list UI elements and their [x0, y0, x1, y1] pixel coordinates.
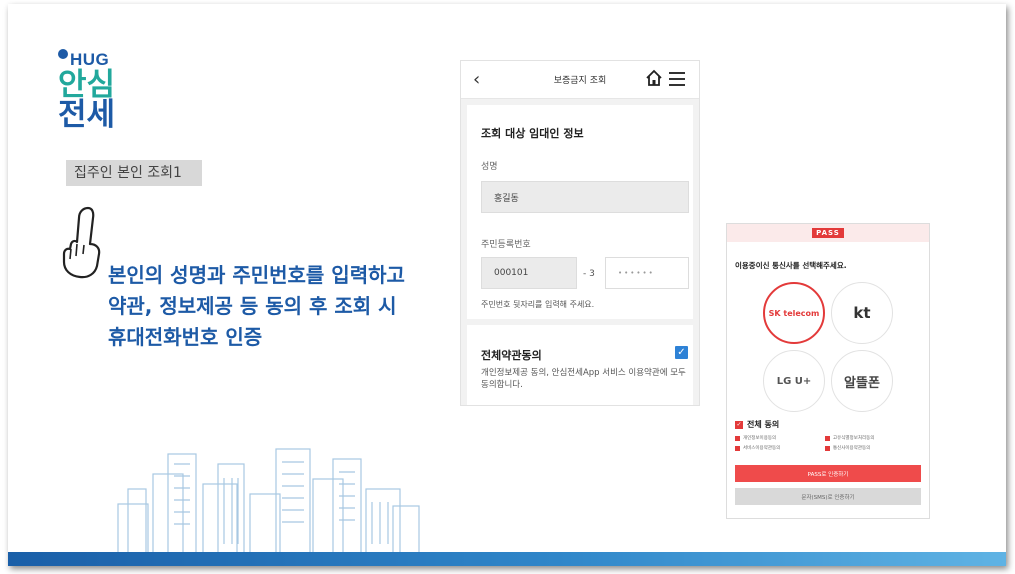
logo-line1: 안심	[58, 67, 116, 103]
carrier-kt[interactable]: kt	[831, 282, 893, 344]
message-line-3: 휴대전화번호 인증	[108, 325, 263, 349]
agreement-card: 전체약관동의 ✓ 개인정보제공 동의, 안심전세App 서비스 이용약관에 모두…	[467, 325, 693, 405]
menu-icon[interactable]	[669, 72, 685, 86]
logo-line2: 전세	[58, 97, 116, 133]
agree-title: 전체약관동의	[481, 349, 542, 362]
rrn-label: 주민등록번호	[481, 240, 531, 250]
lookup-form-screen: ‹ 보증금지 조회 조회 대상 임대인 정보 성명 홍길동 주민등록번호 000…	[460, 60, 700, 406]
hug-logo: HUG 안심 전세	[58, 49, 116, 133]
term-item[interactable]: 통신사이용약관동의	[825, 445, 870, 451]
term-label: 통신사이용약관동의	[833, 446, 871, 451]
rrn-separator: - 3	[583, 269, 595, 279]
term-checkbox[interactable]	[735, 435, 740, 441]
slide: HUG 안심 전세 집주인 본인 조회1 본인의 성명과 주민번호를 입력하고 …	[8, 4, 1006, 566]
all-agree-checkbox[interactable]: ✓	[735, 420, 743, 429]
carrier-lg-label: LG U+	[776, 375, 812, 387]
screen-title: 보증금지 조회	[553, 76, 607, 86]
pass-logo: PASS	[812, 228, 844, 238]
pass-auth-button[interactable]: PASS로 인증하기	[735, 465, 921, 482]
name-label: 성명	[481, 162, 498, 172]
city-skyline-illustration	[117, 448, 420, 554]
carrier-lg-uplus[interactable]: LG U+	[763, 350, 825, 412]
pass-header: PASS	[727, 224, 929, 242]
pointing-hand-icon	[62, 206, 101, 279]
name-field[interactable]: 홍길동	[481, 181, 689, 213]
section-title: 조회 대상 임대인 정보	[481, 127, 584, 140]
carrier-mvno-label: 알뜰폰	[844, 375, 880, 391]
bottom-accent-bar	[8, 552, 1006, 566]
term-item[interactable]: 서비스이용약관동의	[735, 445, 780, 451]
message-line-2: 약관, 정보제공 등 동의 후 조회 시	[108, 294, 397, 318]
term-checkbox[interactable]	[825, 445, 830, 451]
term-item[interactable]: 개인정보이용동의	[735, 435, 776, 441]
carrier-sk-telecom[interactable]: SK telecom	[763, 282, 825, 344]
rrn-front-field[interactable]: 000101	[481, 257, 577, 289]
main-message: 본인의 성명과 주민번호를 입력하고 약관, 정보제공 등 동의 후 조회 시 …	[108, 260, 405, 353]
carrier-mvno[interactable]: 알뜰폰	[831, 350, 893, 412]
term-label: 서비스이용약관동의	[743, 446, 781, 451]
agree-all-checkbox[interactable]: ✓	[675, 346, 688, 359]
slide-subtitle: 집주인 본인 조회1	[66, 160, 202, 186]
all-agree-label: 전체 동의	[747, 420, 780, 429]
term-label: 개인정보이용동의	[743, 436, 777, 441]
rrn-back-field[interactable]: ••••••	[605, 257, 689, 289]
rrn-hint: 주민번호 뒷자리를 입력해 주세요.	[481, 300, 595, 309]
carrier-kt-label: kt	[853, 304, 871, 322]
hug-dot-icon	[58, 49, 68, 59]
term-checkbox[interactable]	[825, 435, 830, 441]
term-label: 고유식별정보처리동의	[833, 436, 875, 441]
screen-header: ‹ 보증금지 조회	[461, 61, 699, 99]
home-icon[interactable]	[645, 69, 663, 87]
message-line-1: 본인의 성명과 주민번호를 입력하고	[108, 263, 405, 287]
agree-description: 개인정보제공 동의, 안심전세App 서비스 이용약관에 모두 동의합니다.	[481, 368, 686, 390]
sms-auth-button[interactable]: 문자(SMS)로 인증하기	[735, 488, 921, 505]
rrn-card: 주민등록번호 000101 - 3 •••••• 주민번호 뒷자리를 입력해 주…	[467, 219, 693, 319]
pass-carrier-screen: PASS 이용중이신 통신사를 선택해주세요. SK telecom kt LG…	[726, 223, 930, 519]
carrier-sk-label: SK telecom	[768, 308, 820, 318]
term-checkbox[interactable]	[735, 445, 740, 451]
all-agree-row[interactable]: ✓ 전체 동의	[735, 419, 779, 430]
term-item[interactable]: 고유식별정보처리동의	[825, 435, 874, 441]
carrier-prompt: 이용중이신 통신사를 선택해주세요.	[735, 261, 847, 270]
